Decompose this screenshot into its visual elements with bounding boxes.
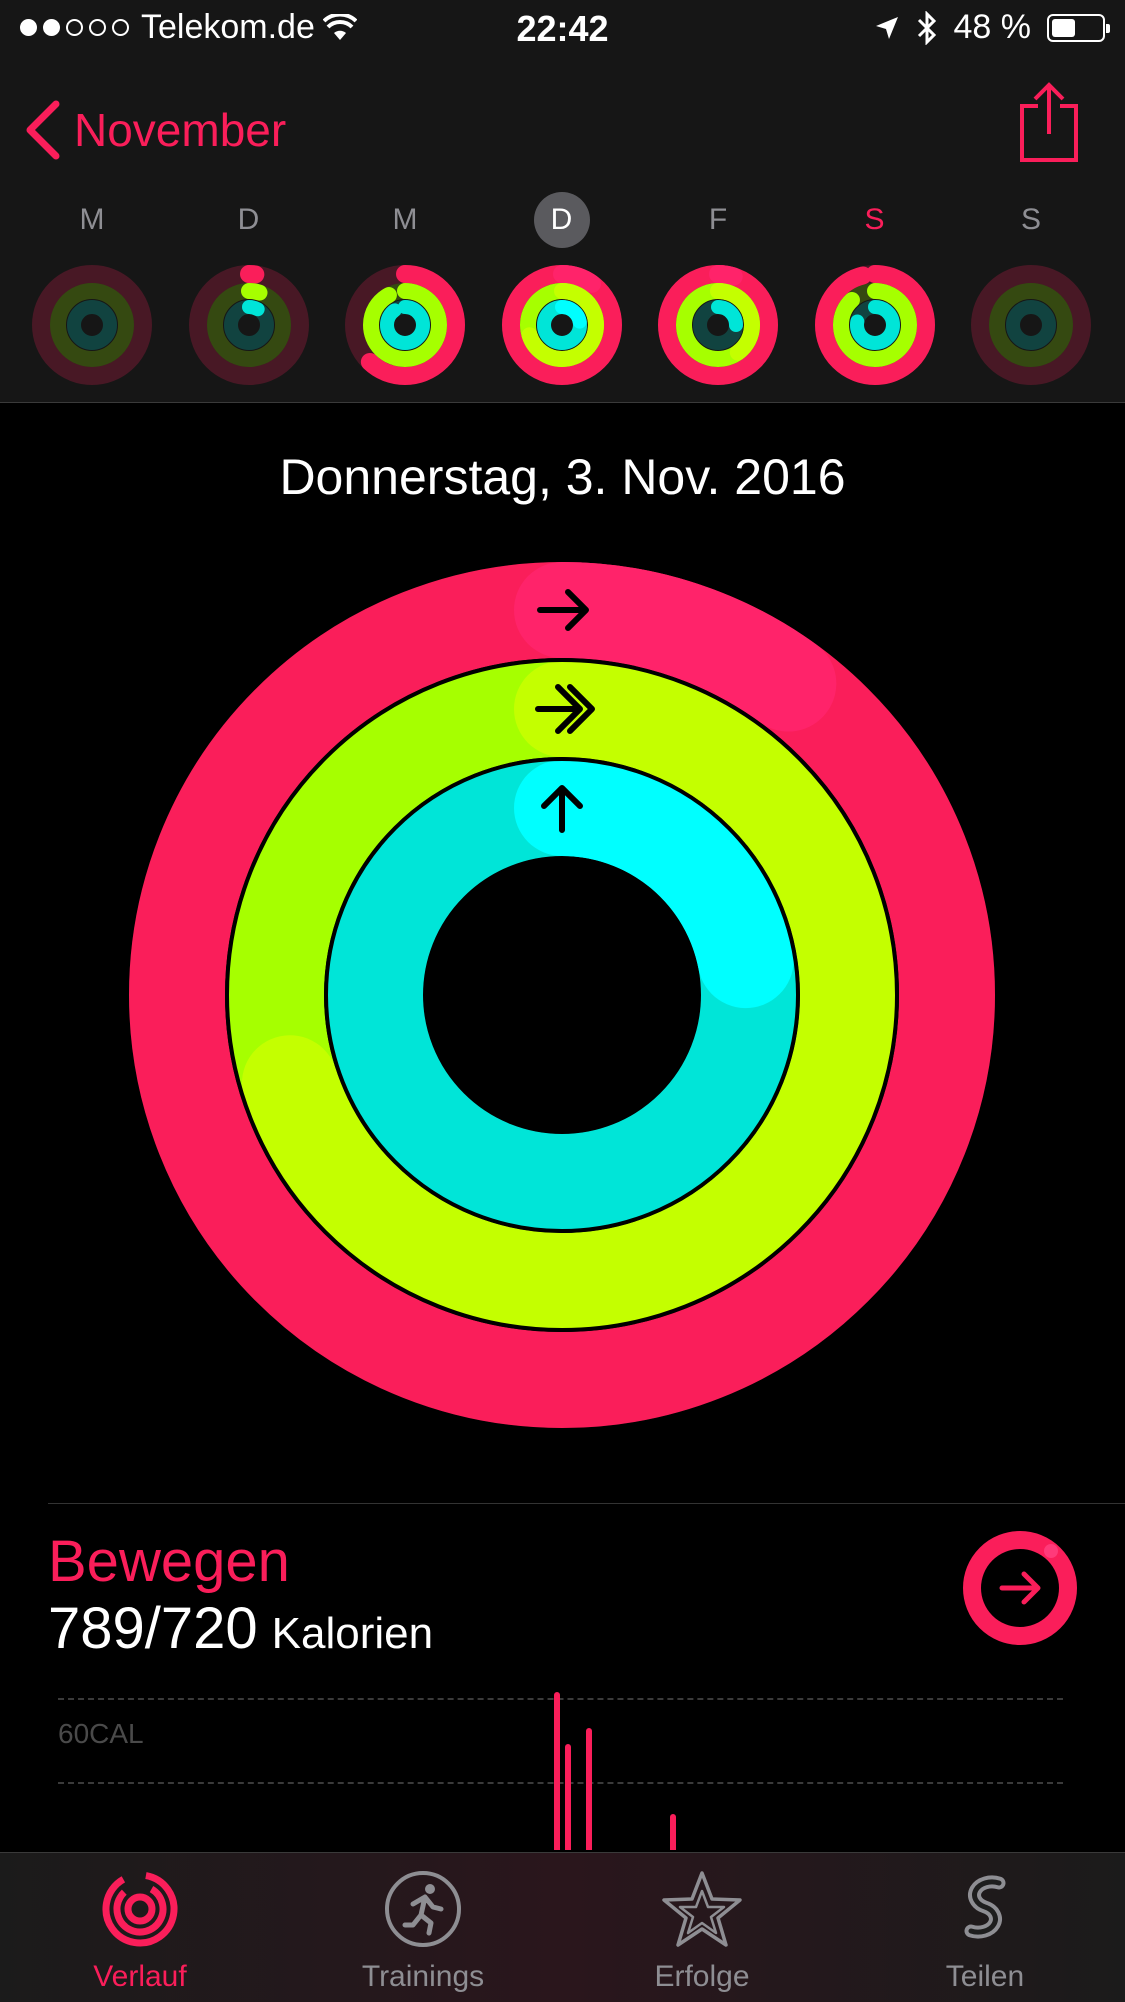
back-label: November (74, 104, 287, 156)
share-button[interactable] (1019, 82, 1079, 169)
move-title: Bewegen (48, 1529, 290, 1594)
tab-label: Erfolge (654, 1960, 750, 1993)
move-detail-button[interactable] (962, 1530, 1078, 1651)
tab-trainings[interactable]: Trainings (313, 1869, 533, 1994)
runner-icon (385, 1871, 461, 1947)
day-rings (971, 265, 1091, 385)
day-rings (345, 265, 465, 385)
day-label: D (237, 203, 260, 236)
chart-gridline (58, 1698, 1063, 1700)
move-calories: 789/720 (48, 1596, 258, 1661)
tab-teilen[interactable]: Teilen (875, 1869, 1095, 1994)
tab-label: Teilen (945, 1960, 1025, 1993)
day-rings (501, 265, 622, 385)
location-arrow-icon (875, 16, 898, 39)
day-label: D (533, 192, 590, 248)
mini-stand-ring (223, 300, 274, 350)
chart-bar (554, 1692, 560, 1850)
day-rings (32, 265, 152, 385)
chart-bar (565, 1744, 571, 1850)
bluetooth-icon (917, 10, 936, 45)
move-unit: Kalorien (271, 1609, 434, 1658)
back-button[interactable]: November (24, 100, 286, 160)
day-column[interactable]: M (27, 192, 157, 388)
divider (48, 1503, 1125, 1504)
stand-ring (327, 760, 797, 1230)
chart-bar (670, 1814, 676, 1850)
mini-stand-ring (693, 300, 743, 350)
battery-percent: 48 % (953, 8, 1032, 46)
chart-gridline (58, 1782, 1063, 1784)
chevron-left-icon (26, 100, 60, 160)
day-column[interactable]: S (966, 192, 1096, 388)
share-rings-icon (964, 1875, 1006, 1939)
share-icon (1020, 82, 1078, 162)
status-bar: Telekom.de 22:42 48 % (0, 0, 1125, 62)
day-column[interactable]: F (653, 192, 783, 388)
mini-stand-ring (67, 300, 117, 350)
day-label: M (79, 203, 105, 236)
tab-bar: Verlauf Trainings Erfolge Teilen (0, 1852, 1125, 2002)
mini-stand-ring (849, 300, 900, 350)
day-rings (814, 265, 935, 385)
day-column[interactable]: M (340, 192, 470, 388)
tab-verlauf[interactable]: Verlauf (30, 1869, 250, 1994)
star-icon (662, 1871, 742, 1947)
tab-label: Trainings (361, 1960, 485, 1993)
day-label: S (864, 203, 885, 236)
day-label: S (1020, 203, 1041, 236)
mini-stand-ring (380, 300, 430, 350)
mini-stand-ring (1006, 300, 1056, 350)
day-column[interactable]: D (497, 192, 627, 388)
history-rings-icon (102, 1871, 178, 1947)
mini-stand-ring (536, 300, 587, 350)
tab-erfolge[interactable]: Erfolge (592, 1869, 812, 1994)
day-rings (188, 265, 309, 385)
header: November M D M D F S S (0, 62, 1125, 403)
arrow-ring-icon (963, 1531, 1077, 1645)
battery-icon (1047, 13, 1110, 42)
chart-bar (586, 1728, 592, 1850)
tab-label: Verlauf (93, 1960, 187, 1993)
day-column[interactable]: S (810, 192, 940, 388)
day-rings (658, 265, 778, 385)
move-chart: 60CAL (58, 1690, 1063, 1850)
day-label: F (708, 203, 728, 236)
date-title: Donnerstag, 3. Nov. 2016 (279, 449, 846, 505)
day-label: M (392, 203, 418, 236)
status-right: 48 % (874, 8, 1110, 47)
day-column[interactable]: D (184, 192, 314, 388)
move-value: 789/720 Kalorien (48, 1595, 433, 1662)
chart-label: 60CAL (58, 1718, 144, 1749)
activity-rings (129, 562, 995, 1428)
